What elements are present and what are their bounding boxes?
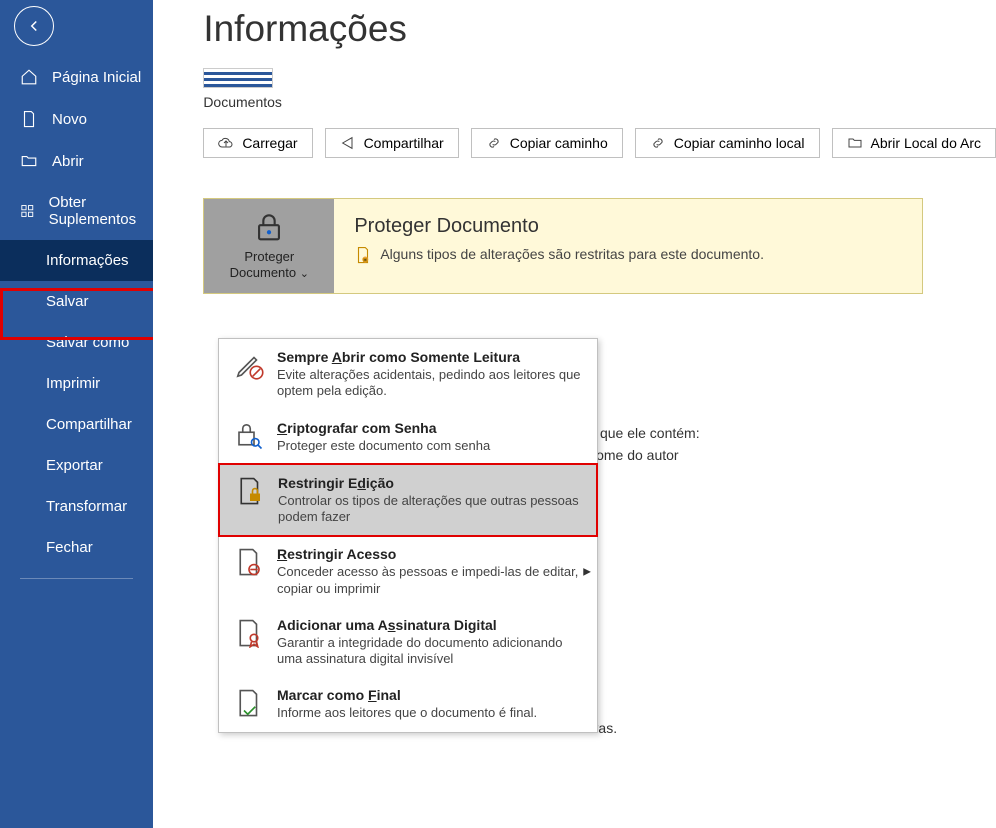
folder-open-icon bbox=[20, 152, 38, 170]
sidebar-item-addins[interactable]: Obter Suplementos bbox=[0, 182, 153, 240]
cloud-upload-icon bbox=[218, 135, 234, 151]
doc-warning-icon bbox=[354, 246, 372, 264]
doc-preview-icon bbox=[203, 68, 273, 88]
sidebar-label: Obter Suplementos bbox=[49, 194, 154, 228]
sidebar-label: Compartilhar bbox=[46, 416, 132, 433]
backstage-sidebar: Página Inicial Novo Abrir Obter Suplemen… bbox=[0, 0, 153, 828]
button-label: Copiar caminho local bbox=[674, 135, 805, 151]
addins-icon bbox=[20, 202, 35, 220]
sidebar-label: Fechar bbox=[46, 539, 93, 556]
tutorial-highlight-info bbox=[0, 288, 163, 340]
panel-title: Proteger Documento bbox=[354, 215, 902, 238]
bg-text: nome do autor bbox=[588, 447, 678, 463]
share-button[interactable]: Compartilhar bbox=[325, 128, 459, 158]
sidebar-divider bbox=[20, 578, 133, 579]
sidebar-item-home[interactable]: Página Inicial bbox=[0, 56, 153, 98]
sidebar-label: Novo bbox=[52, 111, 87, 128]
submenu-arrow-icon: ▶ bbox=[583, 566, 591, 577]
info-toolbar: Carregar Compartilhar Copiar caminho Cop… bbox=[203, 128, 996, 158]
back-button[interactable] bbox=[14, 6, 54, 46]
sidebar-label: Abrir bbox=[52, 153, 84, 170]
upload-button[interactable]: Carregar bbox=[203, 128, 312, 158]
sidebar-label: Transformar bbox=[46, 498, 127, 515]
button-label: Proteger Documento ⌄ bbox=[210, 249, 328, 281]
protect-document-panel: Proteger Documento ⌄ Proteger Documento … bbox=[203, 198, 923, 294]
back-arrow-icon bbox=[25, 17, 43, 35]
lock-icon bbox=[252, 211, 286, 245]
menu-desc: Conceder acesso às pessoas e impedi-las … bbox=[277, 564, 583, 597]
copy-path-button[interactable]: Copiar caminho bbox=[471, 128, 623, 158]
sidebar-item-transform[interactable]: Transformar bbox=[0, 486, 153, 527]
menu-title: Restringir Acesso bbox=[277, 546, 583, 562]
home-icon bbox=[20, 68, 38, 86]
button-label: Carregar bbox=[242, 135, 297, 151]
sidebar-item-share[interactable]: Compartilhar bbox=[0, 404, 153, 445]
sidebar-item-info[interactable]: Informações bbox=[0, 240, 153, 281]
sidebar-label: Informações bbox=[46, 252, 129, 269]
menu-item-restrict-access[interactable]: Restringir Acesso Conceder acesso às pess… bbox=[219, 536, 597, 607]
share-icon bbox=[340, 135, 356, 151]
folder-icon bbox=[847, 135, 863, 151]
sidebar-item-export[interactable]: Exportar bbox=[0, 445, 153, 486]
menu-item-mark-final[interactable]: Marcar como Final Informe aos leitores qu… bbox=[219, 677, 597, 731]
panel-body: Proteger Documento Alguns tipos de alter… bbox=[334, 199, 922, 293]
menu-desc: Controlar os tipos de alterações que out… bbox=[278, 493, 582, 526]
sidebar-item-open[interactable]: Abrir bbox=[0, 140, 153, 182]
menu-item-encrypt[interactable]: Criptografar com Senha Proteger este docu… bbox=[219, 410, 597, 464]
menu-item-digital-signature[interactable]: Adicionar uma Assinatura Digital Garantir… bbox=[219, 607, 597, 678]
sidebar-item-close[interactable]: Fechar bbox=[0, 527, 153, 568]
menu-item-restrict-editing[interactable]: Restringir Edição Controlar os tipos de a… bbox=[218, 463, 598, 538]
pencil-no-icon bbox=[234, 350, 264, 380]
bg-text: a que ele contém: bbox=[588, 425, 699, 441]
button-label: Abrir Local do Arc bbox=[871, 135, 982, 151]
document-thumbnail[interactable]: Documentos bbox=[203, 68, 996, 110]
lock-key-icon bbox=[234, 421, 264, 451]
new-doc-icon bbox=[20, 110, 38, 128]
menu-title: Sempre Abrir como Somente Leitura bbox=[277, 349, 583, 365]
sidebar-label: Imprimir bbox=[46, 375, 100, 392]
menu-desc: Informe aos leitores que o documento é f… bbox=[277, 705, 583, 721]
sidebar-label: Exportar bbox=[46, 457, 103, 474]
protect-document-menu: Sempre Abrir como Somente Leitura Evite a… bbox=[218, 338, 598, 733]
menu-desc: Evite alterações acidentais, pedindo aos… bbox=[277, 367, 583, 400]
copy-local-path-button[interactable]: Copiar caminho local bbox=[635, 128, 820, 158]
doc-final-icon bbox=[234, 688, 264, 718]
button-label: Copiar caminho bbox=[510, 135, 608, 151]
link-icon bbox=[650, 135, 666, 151]
sidebar-label: Página Inicial bbox=[52, 69, 141, 86]
menu-desc: Proteger este documento com senha bbox=[277, 438, 583, 454]
page-title: Informações bbox=[203, 8, 996, 50]
doc-block-icon bbox=[234, 547, 264, 577]
protect-document-button[interactable]: Proteger Documento ⌄ bbox=[204, 199, 334, 293]
doc-location: Documentos bbox=[203, 94, 282, 110]
open-location-button[interactable]: Abrir Local do Arc bbox=[832, 128, 996, 158]
menu-title: Adicionar uma Assinatura Digital bbox=[277, 617, 583, 633]
menu-item-readonly[interactable]: Sempre Abrir como Somente Leitura Evite a… bbox=[219, 339, 597, 410]
panel-desc: Alguns tipos de alterações são restritas… bbox=[380, 246, 764, 262]
menu-title: Restringir Edição bbox=[278, 475, 582, 491]
menu-title: Criptografar com Senha bbox=[277, 420, 583, 436]
menu-desc: Garantir a integridade do documento adic… bbox=[277, 635, 583, 668]
button-label: Compartilhar bbox=[364, 135, 444, 151]
sidebar-item-print[interactable]: Imprimir bbox=[0, 363, 153, 404]
menu-title: Marcar como Final bbox=[277, 687, 583, 703]
doc-ribbon-icon bbox=[234, 618, 264, 648]
doc-lock-icon bbox=[235, 476, 265, 506]
sidebar-item-new[interactable]: Novo bbox=[0, 98, 153, 140]
link-icon bbox=[486, 135, 502, 151]
